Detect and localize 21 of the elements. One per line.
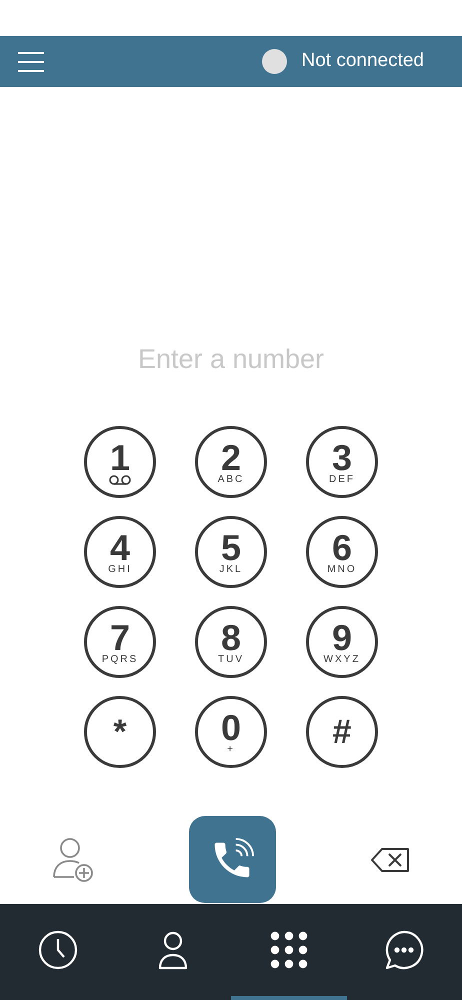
dial-key[interactable]: 5 JKL: [195, 516, 267, 588]
dial-key[interactable]: 6 MNO: [306, 516, 378, 588]
clock-icon: [38, 930, 78, 970]
dial-key[interactable]: 7 PQRS: [84, 606, 156, 678]
keypad-icon: [268, 930, 309, 970]
dial-key[interactable]: 1: [84, 426, 156, 498]
chat-icon: [384, 930, 424, 970]
dial-key[interactable]: #: [306, 696, 378, 768]
menu-icon[interactable]: [18, 52, 44, 72]
connection-status: Not connected: [301, 49, 424, 74]
backspace-icon[interactable]: [370, 846, 410, 872]
dial-key[interactable]: 8 TUV: [195, 606, 267, 678]
dial-key[interactable]: *: [84, 696, 156, 768]
dial-key[interactable]: 9 WXYZ: [306, 606, 378, 678]
dial-key[interactable]: 3 DEF: [306, 426, 378, 498]
add-contact-icon[interactable]: [52, 836, 94, 882]
call-button[interactable]: [188, 816, 276, 903]
dial-key[interactable]: 4 GHI: [84, 516, 156, 588]
voicemail-icon: [109, 475, 131, 485]
dial-key[interactable]: 0 +: [195, 696, 267, 768]
dial-key[interactable]: 2 ABC: [195, 426, 267, 498]
